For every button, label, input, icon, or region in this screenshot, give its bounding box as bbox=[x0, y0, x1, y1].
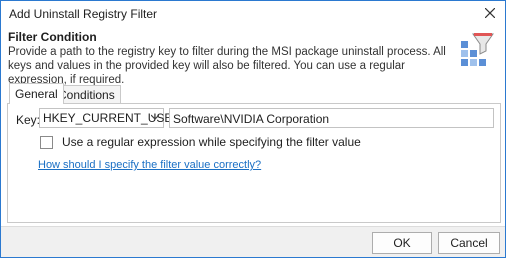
title-bar: Add Uninstall Registry Filter bbox=[1, 1, 505, 27]
chevron-down-icon bbox=[151, 114, 159, 120]
help-link[interactable]: How should I specify the filter value co… bbox=[38, 159, 261, 171]
dialog-footer: OK Cancel bbox=[1, 226, 505, 257]
section-title: Filter Condition bbox=[8, 30, 97, 44]
close-button[interactable] bbox=[479, 3, 501, 23]
tab-general[interactable]: General bbox=[9, 83, 64, 104]
hive-dropdown[interactable]: HKEY_CURRENT_USER bbox=[39, 108, 181, 128]
close-icon bbox=[485, 8, 495, 18]
dialog-window: Add Uninstall Registry Filter Filter Con… bbox=[0, 0, 506, 258]
hive-dropdown-value: HKEY_CURRENT_USER bbox=[43, 111, 182, 125]
header-section: Filter Condition Provide a path to the r… bbox=[1, 27, 505, 86]
registry-filter-icon bbox=[461, 33, 494, 66]
regex-checkbox[interactable] bbox=[40, 136, 53, 149]
ok-button[interactable]: OK bbox=[372, 232, 432, 254]
cancel-button[interactable]: Cancel bbox=[438, 232, 500, 254]
regex-checkbox-label: Use a regular expression while specifyin… bbox=[62, 135, 361, 149]
tab-container: General Conditions Key: HKEY_CURRENT_USE… bbox=[5, 83, 501, 223]
tab-general-label: General bbox=[15, 87, 58, 101]
tab-conditions-label: Conditions bbox=[58, 88, 115, 102]
section-description: Provide a path to the registry key to fi… bbox=[8, 46, 446, 86]
key-label: Key: bbox=[16, 113, 41, 127]
tab-panel-general: Key: HKEY_CURRENT_USER Use a regular exp… bbox=[7, 103, 501, 223]
window-title: Add Uninstall Registry Filter bbox=[9, 7, 158, 21]
key-path-input[interactable] bbox=[169, 108, 494, 128]
